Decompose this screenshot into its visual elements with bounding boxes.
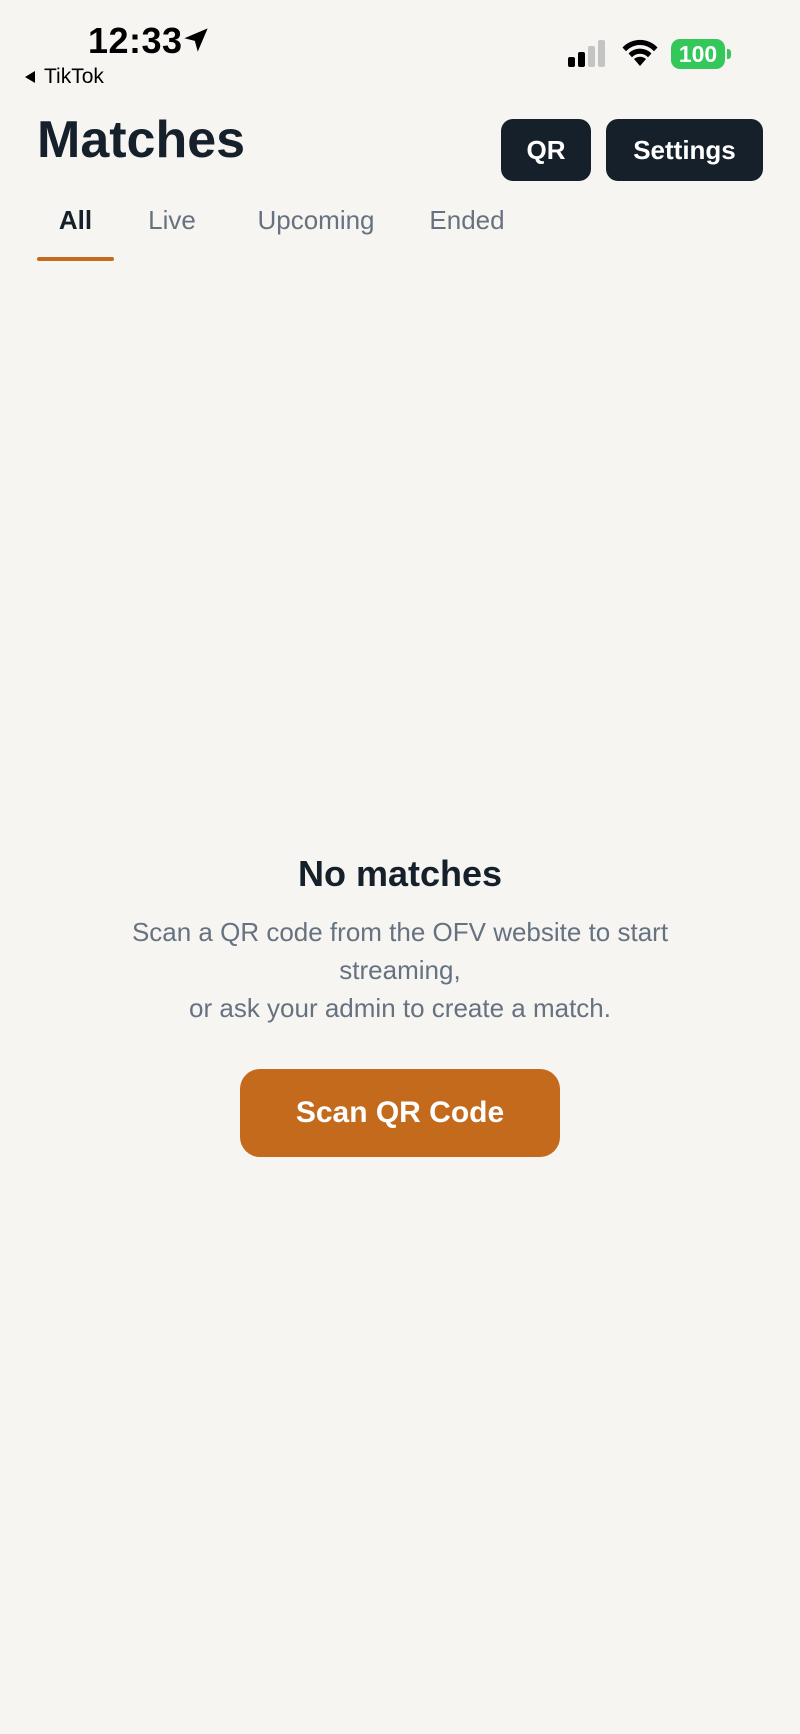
wifi-icon xyxy=(622,39,658,66)
settings-button[interactable]: Settings xyxy=(606,119,763,181)
scan-qr-code-button[interactable]: Scan QR Code xyxy=(240,1069,560,1157)
qr-button[interactable]: QR xyxy=(501,119,591,181)
battery-indicator: 100 xyxy=(671,39,731,69)
status-bar: 12:33 TikTok 100 xyxy=(0,0,800,90)
active-tab-indicator xyxy=(37,257,114,261)
status-time: 12:33 xyxy=(88,20,183,61)
page-title: Matches xyxy=(37,111,246,169)
tab-label: Ended xyxy=(429,205,505,235)
empty-state-title: No matches xyxy=(297,853,503,894)
back-app-label: TikTok xyxy=(44,65,104,88)
empty-state-desc-line1: Scan a QR code from the OFV website to s… xyxy=(131,917,669,985)
empty-state-desc-line2: or ask your admin to create a match. xyxy=(189,993,611,1023)
tab-label: Upcoming xyxy=(257,205,375,235)
tab-label: Live xyxy=(148,205,196,235)
battery-level: 100 xyxy=(671,39,725,69)
back-triangle-icon xyxy=(25,71,35,83)
back-to-app-link[interactable]: TikTok xyxy=(22,64,104,90)
tab-live[interactable]: Live xyxy=(142,205,202,263)
empty-state-description: Scan a QR code from the OFV website to s… xyxy=(110,913,690,1027)
tab-all[interactable]: All xyxy=(37,205,114,263)
app-screen: 12:33 TikTok 100 Matches QR Settings All… xyxy=(0,0,800,1734)
battery-cap xyxy=(727,49,731,59)
tab-ended[interactable]: Ended xyxy=(422,205,512,263)
location-arrow-icon xyxy=(184,28,208,52)
cellular-signal-icon xyxy=(568,40,605,67)
tab-upcoming[interactable]: Upcoming xyxy=(246,205,386,263)
tab-label: All xyxy=(58,205,93,235)
